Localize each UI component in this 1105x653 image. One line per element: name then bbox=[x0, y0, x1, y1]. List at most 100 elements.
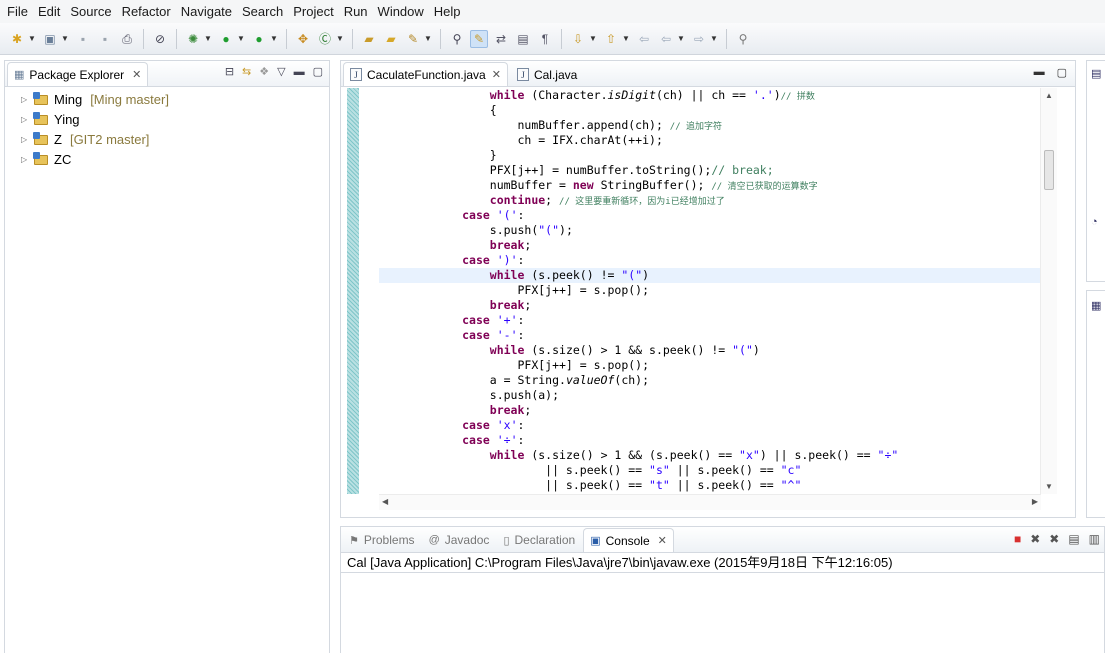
last-edit-location-icon[interactable]: ⇦ bbox=[635, 30, 653, 48]
show-whitespace-icon[interactable]: ⇄ bbox=[492, 30, 510, 48]
code-line[interactable]: } bbox=[379, 148, 1041, 163]
view-menu-icon[interactable]: ▽ bbox=[277, 65, 285, 78]
back-dropdown-arrow[interactable]: ▼ bbox=[677, 34, 685, 43]
forward-dropdown-arrow[interactable]: ▼ bbox=[710, 34, 718, 43]
code-line[interactable]: case '+': bbox=[379, 313, 1041, 328]
code-line[interactable]: while (s.size() > 1 && s.peek() != "(") bbox=[379, 343, 1041, 358]
scroll-down-icon[interactable]: ▼ bbox=[1045, 482, 1053, 491]
code-line[interactable]: break; bbox=[379, 298, 1041, 313]
new-java-class-icon[interactable]: Ⓒ bbox=[316, 30, 334, 48]
previous-annotation-dropdown-arrow[interactable]: ▼ bbox=[622, 34, 630, 43]
vertical-scrollbar[interactable]: ▲ ▼ bbox=[1040, 88, 1057, 494]
code-line[interactable]: while (Character.isDigit(ch) || ch == '.… bbox=[379, 88, 1041, 103]
horizontal-scrollbar[interactable]: ◀ ▶ bbox=[379, 494, 1041, 510]
collapse-all-icon[interactable]: ⊟ bbox=[225, 65, 234, 78]
code-line[interactable]: || s.peek() == "s" || s.peek() == "c" bbox=[379, 463, 1041, 478]
scroll-right-icon[interactable]: ▶ bbox=[1032, 497, 1038, 506]
close-icon[interactable]: ✕ bbox=[658, 534, 667, 547]
next-annotation-dropdown-arrow[interactable]: ▼ bbox=[589, 34, 597, 43]
terminate-icon[interactable]: ■ bbox=[1014, 532, 1021, 546]
new-wizard-icon[interactable]: ▣ bbox=[41, 30, 59, 48]
code-line[interactable]: PFX[j++] = numBuffer.toString();// break… bbox=[379, 163, 1041, 178]
code-line[interactable]: s.push(a); bbox=[379, 388, 1041, 403]
code-line[interactable]: ch = IFX.charAt(++i); bbox=[379, 133, 1041, 148]
search-result-icon[interactable]: ◔ bbox=[1091, 216, 1098, 228]
code-area[interactable]: while (Character.isDigit(ch) || ch == '.… bbox=[379, 88, 1041, 494]
tree-item-ying[interactable]: ▷ Ying bbox=[5, 109, 329, 129]
tree-item-z[interactable]: ▷ Z [GIT2 master] bbox=[5, 129, 329, 149]
maximize-icon[interactable]: ▢ bbox=[1057, 66, 1067, 79]
save-icon[interactable]: ▪ bbox=[74, 30, 92, 48]
debug-dropdown-arrow[interactable]: ▼ bbox=[204, 34, 212, 43]
code-line[interactable]: { bbox=[379, 103, 1041, 118]
code-line[interactable]: case 'x': bbox=[379, 418, 1041, 433]
tab-declaration[interactable]: ▯ Declaration bbox=[497, 528, 581, 552]
pin-editor-icon[interactable]: ⚲ bbox=[734, 30, 752, 48]
remove-launch-icon[interactable]: ✖ bbox=[1030, 532, 1040, 546]
run-icon[interactable]: ● bbox=[217, 30, 235, 48]
back-icon[interactable]: ⇦ bbox=[657, 30, 675, 48]
block-selection-icon[interactable]: ▤ bbox=[514, 30, 532, 48]
next-annotation-icon[interactable]: ⇩ bbox=[569, 30, 587, 48]
close-icon[interactable]: ✕ bbox=[132, 68, 141, 81]
external-tools-icon[interactable]: ● bbox=[250, 30, 268, 48]
expand-arrow-icon[interactable]: ▷ bbox=[21, 155, 33, 164]
code-line[interactable]: while (s.peek() != "(") bbox=[379, 268, 1041, 283]
tab-problems[interactable]: ⚑ Problems bbox=[343, 528, 421, 552]
show-source-icon[interactable]: ¶ bbox=[536, 30, 554, 48]
print-icon[interactable]: ⎙ bbox=[118, 30, 136, 48]
new-class-dropdown-arrow[interactable]: ▼ bbox=[336, 34, 344, 43]
outline-icon[interactable]: ▤ bbox=[1091, 67, 1101, 80]
menu-project[interactable]: Project bbox=[288, 0, 338, 23]
tab-package-explorer[interactable]: ▦ Package Explorer ✕ bbox=[7, 62, 149, 86]
code-line[interactable]: case '-': bbox=[379, 328, 1041, 343]
editor-body[interactable]: while (Character.isDigit(ch) || ch == '.… bbox=[341, 88, 1075, 517]
tab-caculatefunction-java[interactable]: J CaculateFunction.java ✕ bbox=[343, 62, 508, 86]
code-line[interactable]: numBuffer.append(ch); // 追加字符 bbox=[379, 118, 1041, 133]
code-line[interactable]: break; bbox=[379, 403, 1041, 418]
tree-item-ming[interactable]: ▷ Ming [Ming master] bbox=[5, 89, 329, 109]
maximize-icon[interactable]: ▢ bbox=[313, 65, 323, 78]
code-line[interactable]: case ')': bbox=[379, 253, 1041, 268]
minimize-icon[interactable]: ▬ bbox=[1034, 66, 1045, 79]
menu-run[interactable]: Run bbox=[339, 0, 373, 23]
code-line[interactable]: case '÷': bbox=[379, 433, 1041, 448]
menu-window[interactable]: Window bbox=[373, 0, 429, 23]
expand-arrow-icon[interactable]: ▷ bbox=[21, 135, 33, 144]
menu-refactor[interactable]: Refactor bbox=[117, 0, 176, 23]
toggle-mark-occurrences-icon[interactable]: ⚲ bbox=[448, 30, 466, 48]
debug-icon[interactable]: ✺ bbox=[184, 30, 202, 48]
open-type-icon[interactable]: ▰ bbox=[360, 30, 378, 48]
code-line[interactable]: case '(': bbox=[379, 208, 1041, 223]
scroll-up-icon[interactable]: ▲ bbox=[1045, 91, 1053, 100]
code-line[interactable]: a = String.valueOf(ch); bbox=[379, 373, 1041, 388]
code-line[interactable]: while (s.size() > 1 && (s.peek() == "x")… bbox=[379, 448, 1041, 463]
code-line[interactable]: s.push("("); bbox=[379, 223, 1041, 238]
remove-all-terminated-icon[interactable]: ✖ bbox=[1049, 532, 1059, 546]
new-icon[interactable]: ✱ bbox=[8, 30, 26, 48]
tab-javadoc[interactable]: @ Javadoc bbox=[423, 528, 496, 552]
new-wizard-dropdown-arrow[interactable]: ▼ bbox=[61, 34, 69, 43]
menu-help[interactable]: Help bbox=[429, 0, 466, 23]
new-java-package-icon[interactable]: ✥ bbox=[294, 30, 312, 48]
code-line[interactable]: || s.peek() == "t" || s.peek() == "^" bbox=[379, 478, 1041, 493]
code-line[interactable]: break; bbox=[379, 238, 1041, 253]
clear-console-icon[interactable]: ▤ bbox=[1068, 532, 1079, 546]
previous-annotation-icon[interactable]: ⇧ bbox=[602, 30, 620, 48]
scroll-thumb[interactable] bbox=[1044, 150, 1054, 190]
tab-cal-java[interactable]: J Cal.java bbox=[510, 62, 584, 86]
save-all-icon[interactable]: ▪ bbox=[96, 30, 114, 48]
code-line[interactable]: PFX[j++] = s.pop(); bbox=[379, 283, 1041, 298]
link-with-editor-icon[interactable]: ⇆ bbox=[242, 65, 251, 78]
tab-console[interactable]: ▣ Console ✕ bbox=[583, 528, 674, 552]
code-line[interactable]: PFX[j++] = s.pop(); bbox=[379, 358, 1041, 373]
search-icon[interactable]: ✎ bbox=[404, 30, 422, 48]
minimize-icon[interactable]: ▬ bbox=[294, 66, 305, 78]
scroll-left-icon[interactable]: ◀ bbox=[382, 497, 388, 506]
scroll-lock-icon[interactable]: ▥ bbox=[1089, 532, 1100, 546]
new-dropdown-arrow[interactable]: ▼ bbox=[28, 34, 36, 43]
search-dropdown-arrow[interactable]: ▼ bbox=[424, 34, 432, 43]
code-line[interactable]: numBuffer = new StringBuffer(); // 清空已获取… bbox=[379, 178, 1041, 193]
open-folder-icon[interactable]: ▰ bbox=[382, 30, 400, 48]
close-icon[interactable]: ✕ bbox=[492, 68, 501, 81]
